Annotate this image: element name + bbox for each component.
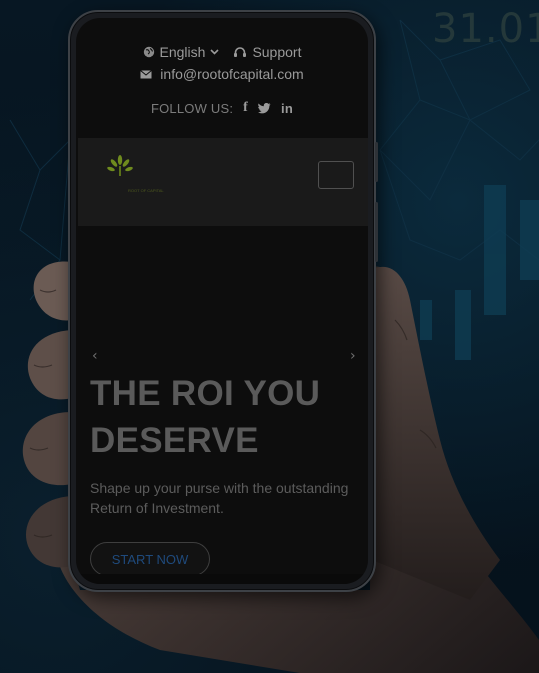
start-now-label: START NOW xyxy=(111,551,189,567)
follow-us-row: FOLLOW US: f in xyxy=(76,100,368,116)
slider-next-arrow[interactable]: › xyxy=(350,348,356,364)
logo-text: ROOT OF CAPITAL xyxy=(128,188,164,193)
menu-button[interactable] xyxy=(318,161,354,189)
phone-screen: English Support info@rootofcapital.com F… xyxy=(76,18,368,584)
language-selector[interactable]: English xyxy=(143,44,220,60)
support-link[interactable]: Support xyxy=(233,44,301,60)
phone-frame: English Support info@rootofcapital.com F… xyxy=(68,10,378,592)
email-link[interactable]: info@rootofcapital.com xyxy=(76,66,368,82)
language-label: English xyxy=(159,44,206,60)
chevron-down-icon xyxy=(210,49,220,55)
phone-side-button xyxy=(375,142,378,182)
email-label: info@rootofcapital.com xyxy=(160,66,304,82)
phone-side-button xyxy=(375,202,378,262)
hero-subtitle: Shape up your purse with the outstanding… xyxy=(90,480,349,516)
facebook-icon[interactable]: f xyxy=(243,100,248,116)
slider-prev-arrow[interactable]: ‹ xyxy=(92,348,98,364)
follow-us-label: FOLLOW US: xyxy=(150,100,234,116)
site-header: ROOT OF CAPITAL xyxy=(78,138,368,226)
hero-title: THE ROI YOU DESERVE xyxy=(90,374,321,460)
linkedin-icon[interactable]: in xyxy=(281,101,293,116)
support-label: Support xyxy=(252,44,302,60)
screen-bottom-edge xyxy=(76,574,368,584)
topbar: English Support info@rootofcapital.com F… xyxy=(76,18,368,138)
mail-icon xyxy=(140,69,153,78)
twitter-icon[interactable] xyxy=(258,102,271,114)
logo-icon[interactable] xyxy=(106,154,134,178)
headset-icon xyxy=(234,46,247,57)
start-now-button[interactable]: START NOW xyxy=(90,542,210,576)
globe-icon xyxy=(143,46,154,58)
topbar-row-language-support: English Support xyxy=(76,44,368,60)
